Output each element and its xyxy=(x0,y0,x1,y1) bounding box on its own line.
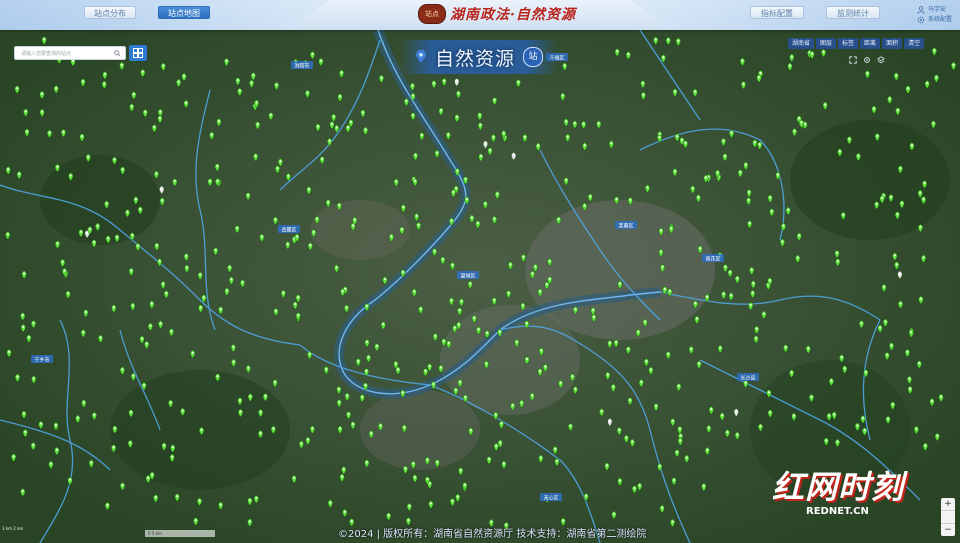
scale-left-text: 3 km 2 km xyxy=(2,526,24,531)
user-row[interactable]: 马宇安 xyxy=(917,5,952,15)
location-pin-icon xyxy=(415,50,426,63)
district-label: 雨花区 xyxy=(705,256,720,263)
zoom-divider xyxy=(941,510,955,524)
search-input[interactable]: 请输入您要查询的站点 xyxy=(14,46,126,60)
locate-icon[interactable] xyxy=(863,56,871,64)
tool-region[interactable]: 湖南省 xyxy=(788,38,815,49)
search-icon[interactable] xyxy=(114,50,121,57)
station-seal: 站 xyxy=(523,47,543,67)
user-name: 马宇安 xyxy=(927,6,946,13)
logo-badge: 站点 xyxy=(418,4,446,24)
tool-clear[interactable]: 清空 xyxy=(904,38,925,49)
zoom-control: + − xyxy=(941,498,955,536)
map-toolbar: 湖南省 图层 标签 距离 面积 清空 xyxy=(788,38,925,49)
logo-title: 湖南政法·自然资源 xyxy=(450,7,576,23)
nav-station-distribution[interactable]: 站点分布 xyxy=(84,6,136,19)
expand-icon[interactable] xyxy=(849,56,857,64)
district-label: 长沙县 xyxy=(740,375,755,382)
tool-area[interactable]: 面积 xyxy=(882,38,903,49)
search-placeholder: 请输入您要查询的站点 xyxy=(21,51,72,57)
district-label: 望城区 xyxy=(460,273,475,280)
tool-distance[interactable]: 距离 xyxy=(860,38,881,49)
district-label: 芙蓉区 xyxy=(618,223,633,230)
scale-bar: 0 5 km xyxy=(145,530,215,537)
site-logo: 站点 湖南政法·自然资源 xyxy=(418,3,576,25)
nav-indicator-config[interactable]: 指标配置 xyxy=(750,6,804,19)
layer-grid-button[interactable] xyxy=(129,45,147,61)
nav-station-map[interactable]: 站点地图 xyxy=(158,6,210,19)
top-bar: 站点分布 站点地图 站点 湖南政法·自然资源 指标配置 监测统计 马宇安 系统配… xyxy=(0,0,960,30)
gear-icon xyxy=(917,16,925,24)
district-label: 天心区 xyxy=(543,495,558,502)
zoom-out-button[interactable]: − xyxy=(941,524,955,536)
tool-label[interactable]: 标签 xyxy=(838,38,859,49)
copyright-footer: ©2024 | 版权所有：湖南省自然资源厅 技术支持：湖南省第二测绘院 xyxy=(338,529,647,540)
watermark-brand: 红网时刻 xyxy=(772,468,905,506)
station-banner: 自然资源 站 xyxy=(400,40,558,74)
station-title: 自然资源 xyxy=(434,47,515,70)
district-label: 宁乡市 xyxy=(34,357,49,364)
settings-row[interactable]: 系统配置 xyxy=(917,15,952,25)
map-side-icons xyxy=(849,56,885,64)
settings-label: 系统配置 xyxy=(927,16,952,23)
brand-watermark: 红网时刻 REDNET.CN xyxy=(772,462,904,517)
zoom-in-button[interactable]: + xyxy=(941,498,955,510)
user-icon xyxy=(917,6,925,14)
district-label: 浏阳市 xyxy=(294,63,309,70)
district-label: 岳麓区 xyxy=(281,227,296,234)
grid-icon xyxy=(133,48,143,58)
layers-icon[interactable] xyxy=(877,56,885,64)
tool-layer[interactable]: 图层 xyxy=(816,38,837,49)
user-panel: 马宇安 系统配置 xyxy=(917,5,952,25)
nav-monitor-stats[interactable]: 监测统计 xyxy=(826,6,880,19)
